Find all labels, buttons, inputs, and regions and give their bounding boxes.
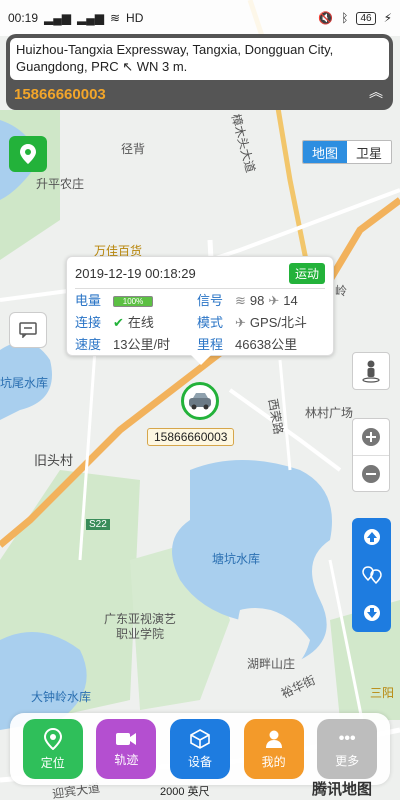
location-pin-icon [43, 727, 62, 750]
map-label-s22: S22 [86, 519, 110, 530]
address-card[interactable]: Huizhou-Tangxia Expressway, Tangxia, Don… [6, 34, 393, 110]
nav-more-label: 更多 [335, 753, 360, 768]
arrow-up-icon [363, 529, 380, 545]
network-type: HD [126, 11, 144, 25]
message-icon [19, 322, 37, 338]
zoom-in-button[interactable] [353, 419, 389, 455]
address-text: Huizhou-Tangxia Expressway, Tangxia, Don… [10, 38, 389, 80]
satellite-count: 14 [283, 293, 298, 308]
multi-pin-icon [361, 566, 382, 585]
map-label-dazhongling: 大钟岭水库 [31, 690, 92, 704]
mode-label: 模式 [197, 315, 224, 330]
vehicle-marker[interactable] [181, 382, 219, 420]
car-icon [189, 393, 211, 410]
device-info-popup[interactable]: 2019-12-19 00:18:29 运动 电量 100% 信号 ≋ 98 ✈… [66, 256, 334, 365]
mute-icon: 🔇 [318, 11, 334, 25]
map-label-guangdong-yashi: 广东亚视演艺 职业学院 [104, 612, 177, 641]
status-bar: 00:19 ▂▄▆ ▂▄▆ ≋ HD 🔇 ᛒ 46 ⚡ [0, 0, 400, 36]
speed-value: 13公里/时 [113, 337, 171, 352]
motion-status-badge: 运动 [288, 262, 325, 284]
satellite-mode-icon: ✈ [235, 315, 246, 330]
connection-label: 连接 [75, 315, 102, 330]
street-view-button[interactable] [352, 352, 390, 390]
satellite-icon: ✈ [268, 293, 280, 308]
map-scale: 2000 英尺 [160, 786, 210, 798]
zoom-control [352, 418, 390, 492]
wifi-signal-icon: ≋ [235, 293, 246, 308]
charging-icon: ⚡ [383, 11, 392, 25]
map-label-hupan: 湖畔山庄 [247, 657, 296, 671]
plus-icon [362, 428, 380, 446]
minus-icon [362, 465, 380, 483]
signal-icon-2: ▂▄▆ [77, 11, 104, 25]
cube-icon [190, 728, 210, 749]
check-icon: ✔ [113, 315, 124, 330]
nav-locate-label: 定位 [40, 755, 65, 770]
vehicle-label: 15866660003 [147, 428, 235, 446]
locate-device-button[interactable] [9, 136, 47, 172]
map-label-sanyang: 三阳 [370, 686, 395, 700]
mileage-label: 里程 [197, 337, 224, 352]
status-time: 00:19 [8, 11, 39, 25]
nav-locate[interactable]: 定位 [22, 719, 83, 779]
nav-track-label: 轨迹 [114, 752, 139, 767]
mode-value: GPS/北斗 [249, 315, 307, 330]
nav-more[interactable]: ••• 更多 [317, 719, 378, 779]
map-label-shengping: 升平农庄 [36, 177, 85, 191]
arrow-down-icon [363, 605, 380, 621]
collapse-chevron-icon[interactable]: ︽ [369, 82, 383, 102]
message-button[interactable] [9, 312, 47, 348]
nav-mine[interactable]: 我的 [243, 719, 304, 779]
wifi-icon: ≋ [109, 11, 121, 25]
map-type-toggle: 地图 卫星 [302, 140, 392, 164]
battery-bar: 100% [113, 295, 153, 307]
nav-device-label: 设备 [187, 754, 212, 769]
tencent-map-logo: 腾讯地图 [312, 781, 373, 798]
map-label-hangwei: 坑尾水库 [0, 376, 49, 390]
multi-location-button[interactable] [352, 556, 391, 594]
map-label-tangkeng: 塘坑水库 [212, 552, 261, 566]
map-label-lincun: 林村广场 [305, 406, 354, 420]
scroll-down-button[interactable] [352, 594, 391, 632]
nav-device[interactable]: 设备 [169, 719, 230, 779]
map-type-satellite[interactable]: 卫星 [347, 141, 391, 163]
nav-mine-label: 我的 [261, 754, 286, 769]
zoom-out-button[interactable] [353, 456, 389, 492]
video-icon [116, 732, 137, 745]
map-nav-controls [352, 518, 391, 632]
scroll-up-button[interactable] [352, 518, 391, 556]
person-icon [362, 360, 380, 383]
user-icon [265, 730, 282, 748]
nav-track[interactable]: 轨迹 [96, 719, 157, 779]
speed-label: 速度 [75, 337, 102, 352]
bottom-nav: 定位 轨迹 设备 我的 ••• 更多 [10, 713, 390, 785]
location-pin-icon [20, 144, 36, 164]
mileage-value: 46638公里 [235, 337, 298, 352]
popup-timestamp: 2019-12-19 00:18:29 [75, 265, 196, 281]
map-label-ling: 岭 [335, 284, 348, 298]
more-icon: ••• [338, 729, 356, 747]
signal-icon: ▂▄▆ [44, 11, 71, 25]
connection-value: 在线 [127, 315, 154, 330]
signal-label: 信号 [197, 293, 224, 308]
battery-indicator: 46 [356, 11, 376, 25]
bluetooth-icon: ᛒ [341, 11, 349, 25]
map-label-jingbei: 径背 [121, 142, 146, 156]
map-type-map[interactable]: 地图 [303, 141, 347, 163]
map-label-jiutou: 旧头村 [34, 453, 74, 468]
battery-label: 电量 [75, 293, 102, 308]
signal-value: 98 [249, 293, 265, 308]
device-phone: 15866660003 [14, 86, 106, 103]
